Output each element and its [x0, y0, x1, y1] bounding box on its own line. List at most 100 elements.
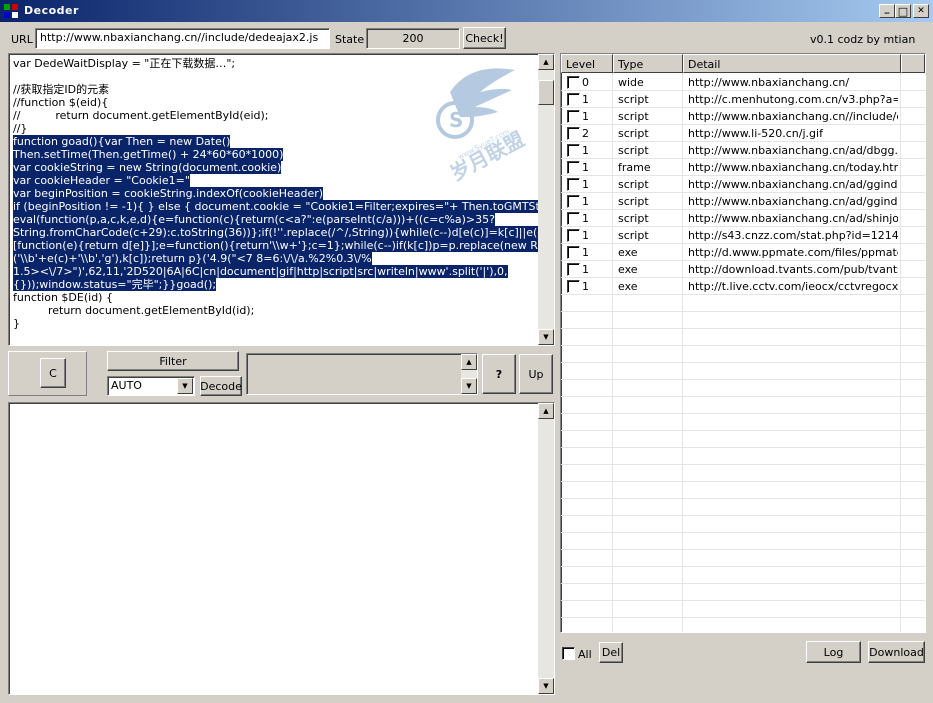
grid-line: [561, 328, 925, 329]
table-row[interactable]: 1 exe http://t.live.cctv.com/ieocx/cctvreg…: [561, 278, 925, 295]
select-all-checkbox[interactable]: [562, 647, 575, 660]
table-row[interactable]: 1 script http://s43.cnzz.com/stat.php?id=1…: [561, 227, 925, 244]
grid-line: [561, 379, 925, 380]
url-input[interactable]: http://www.nbaxianchang.cn//include/dede…: [35, 28, 330, 49]
grid-line: [561, 447, 925, 448]
table-row[interactable]: 0 wide http://www.nbaxianchang.cn/: [561, 74, 925, 91]
scroll-up-arrow-icon[interactable]: ▲: [538, 403, 554, 419]
code-line: function $DE(id) {: [13, 291, 113, 304]
cell-detail: http://t.live.cctv.com/ieocx/cctvregocx.…: [688, 280, 898, 293]
decode-button[interactable]: Decode: [200, 376, 242, 396]
table-row[interactable]: 1 script http://www.nbaxianchang.cn/ad/ggi…: [561, 176, 925, 193]
table-row[interactable]: 1 exe http://download.tvants.com/pub/tvant…: [561, 261, 925, 278]
cell-level: 1: [582, 263, 589, 276]
select-all-label: All: [578, 648, 592, 661]
selected-code-text: var cookieHeader = "Cookie1=": [13, 174, 190, 187]
watermark-logo: S 岁月联盟 www.SyueT.com: [436, 68, 528, 182]
scroll-down-arrow-icon[interactable]: ▼: [538, 678, 554, 694]
table-row[interactable]: 1 script http://c.menhutong.com.cn/v3.php?…: [561, 91, 925, 108]
cell-level: 1: [582, 144, 589, 157]
row-checkbox[interactable]: [567, 178, 580, 191]
table-row[interactable]: 1 exe http://d.www.ppmate.com/files/ppmate…: [561, 244, 925, 261]
cell-type: script: [618, 110, 649, 123]
code-line: ('\\b'+e(c)+'\\b','g'),k[c]);return p}('…: [13, 252, 533, 265]
chevron-down-icon[interactable]: ▼: [177, 378, 193, 394]
grid-line: [561, 124, 925, 125]
cell-detail: http://www.nbaxianchang.cn/today.html: [688, 161, 898, 174]
row-checkbox[interactable]: [567, 110, 580, 123]
selected-code-text: function goad(){var Then = new Date(): [13, 135, 231, 148]
code-line: return document.getElementById(id);: [13, 304, 255, 317]
up-button[interactable]: Up: [519, 354, 553, 394]
scroll-up-arrow-icon[interactable]: ▲: [461, 354, 477, 370]
log-button[interactable]: Log: [806, 641, 861, 663]
code-line: {}));window.status="完毕";}}goad();: [13, 278, 533, 291]
state-value: 200: [366, 28, 460, 49]
close-button[interactable]: ✕: [913, 4, 929, 18]
table-row[interactable]: 1 script http://www.nbaxianchang.cn/ad/ggi…: [561, 193, 925, 210]
scroll-down-arrow-icon[interactable]: ▼: [461, 378, 477, 394]
grid-line: [561, 498, 925, 499]
filter-scrollbar[interactable]: ▲ ▼: [461, 354, 477, 394]
grid-line: [561, 600, 925, 601]
grid-line: [561, 464, 925, 465]
grid-line: [561, 566, 925, 567]
cell-level: 1: [582, 212, 589, 225]
cell-detail: http://download.tvants.com/pub/tvants...: [688, 263, 898, 276]
row-checkbox[interactable]: [567, 246, 580, 259]
delete-button[interactable]: Del: [599, 642, 623, 663]
row-checkbox[interactable]: [567, 161, 580, 174]
selected-code-text: var beginPosition = cookieString.indexOf…: [13, 187, 324, 200]
row-checkbox[interactable]: [567, 127, 580, 140]
download-button[interactable]: Download: [868, 641, 925, 663]
scroll-up-arrow-icon[interactable]: ▲: [538, 54, 554, 70]
column-header-level[interactable]: Level: [561, 54, 613, 73]
column-header-detail[interactable]: Detail: [683, 54, 901, 73]
row-checkbox[interactable]: [567, 263, 580, 276]
clear-button[interactable]: C: [40, 358, 66, 388]
selected-code-text: eval(function(p,a,c,k,e,d){e=function(c)…: [13, 213, 495, 226]
cell-type: script: [618, 229, 649, 242]
column-header-type[interactable]: Type: [613, 54, 683, 73]
cell-type: wide: [618, 76, 644, 89]
code-line: String.fromCharCode(c+29):c.toString(36)…: [13, 226, 554, 239]
cell-level: 1: [582, 161, 589, 174]
encoding-select[interactable]: AUTO ▼: [107, 376, 195, 396]
resource-list[interactable]: Level Type Detail 0 wide http://www.nbaxia…: [560, 53, 926, 633]
code-line: eval(function(p,a,c,k,e,d){e=function(c)…: [13, 213, 533, 226]
table-row[interactable]: 1 script http://www.nbaxianchang.cn//inclu…: [561, 108, 925, 125]
cell-level: 1: [582, 178, 589, 191]
help-button[interactable]: ?: [482, 354, 516, 394]
cell-level: 1: [582, 93, 589, 106]
row-checkbox[interactable]: [567, 195, 580, 208]
row-checkbox[interactable]: [567, 280, 580, 293]
table-row[interactable]: 1 script http://www.nbaxianchang.cn/ad/dbg…: [561, 142, 925, 159]
row-checkbox[interactable]: [567, 76, 580, 89]
decoded-output-area[interactable]: ▲ ▼: [8, 402, 555, 695]
list-header: Level Type Detail: [561, 54, 925, 73]
code-line: 1.5><\/7>")',62,11,'2D520|6A|6C|cn|docum…: [13, 265, 533, 278]
grid-line: [561, 481, 925, 482]
code-line: }: [13, 317, 20, 330]
check-button[interactable]: Check!: [463, 27, 506, 49]
row-checkbox[interactable]: [567, 229, 580, 242]
code-scrollbar[interactable]: ▲ ▼: [538, 54, 554, 345]
table-row[interactable]: 1 script http://www.nbaxianchang.cn/ad/shi…: [561, 210, 925, 227]
scroll-thumb[interactable]: [538, 80, 554, 105]
row-checkbox[interactable]: [567, 144, 580, 157]
minimize-button[interactable]: _: [879, 4, 895, 18]
output-scrollbar[interactable]: ▲ ▼: [538, 403, 554, 694]
cell-level: 1: [582, 280, 589, 293]
cell-detail: http://www.nbaxianchang.cn//include/d...: [688, 110, 898, 123]
filter-text-area[interactable]: ▲ ▼: [246, 353, 478, 395]
scroll-down-arrow-icon[interactable]: ▼: [538, 329, 554, 345]
row-checkbox[interactable]: [567, 212, 580, 225]
grid-line: [561, 107, 925, 108]
selected-code-text: var cookieString = new String(document.c…: [13, 161, 282, 174]
cell-detail: http://www.nbaxianchang.cn/ad/gginde...: [688, 195, 898, 208]
table-row[interactable]: 1 frame http://www.nbaxianchang.cn/today.h…: [561, 159, 925, 176]
row-checkbox[interactable]: [567, 93, 580, 106]
maximize-button[interactable]: □: [895, 4, 911, 18]
filter-button[interactable]: Filter: [107, 351, 239, 371]
table-row[interactable]: 2 script http://www.li-520.cn/j.gif: [561, 125, 925, 142]
